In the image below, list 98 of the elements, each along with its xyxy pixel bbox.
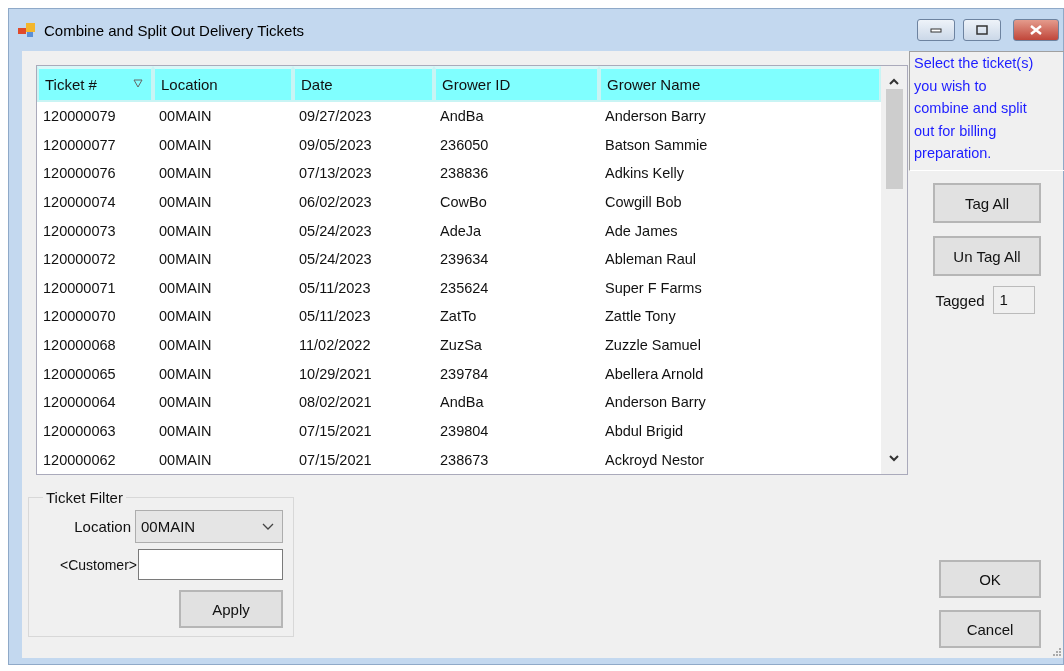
table-cell-text: 00MAIN xyxy=(158,193,213,210)
table-cell-text: 120000077 xyxy=(42,136,117,153)
table-cell-text: AdeJa xyxy=(439,222,483,239)
sort-icon xyxy=(133,79,143,88)
tag-all-button[interactable]: Tag All xyxy=(933,183,1041,223)
app-icon xyxy=(18,22,36,38)
table-cell-text: 239784 xyxy=(439,365,490,382)
table-cell-text: 08/02/2021 xyxy=(298,394,373,411)
table-cell-text: Abellera Arnold xyxy=(604,365,705,382)
table-cell-text: Batson Sammie xyxy=(604,136,709,153)
table-cell-text: 00MAIN xyxy=(158,337,213,354)
window-title: Combine and Split Out Delivery Tickets xyxy=(44,21,306,39)
table-cell-text: 120000076 xyxy=(42,165,117,182)
table-cell-text: 10/29/2021 xyxy=(298,365,373,382)
table-cell-text: 06/02/2023 xyxy=(298,193,373,210)
column-header[interactable]: Location xyxy=(153,66,293,102)
column-header[interactable]: Ticket # xyxy=(37,66,153,102)
table-cell-text: AndBa xyxy=(439,394,485,411)
table-cell-text: Abdul Brigid xyxy=(604,423,685,440)
table-cell-text: 00MAIN xyxy=(158,222,213,239)
table-cell-text: 07/15/2021 xyxy=(298,423,373,440)
scroll-down-icon xyxy=(889,455,899,462)
table-cell-text: Zattle Tony xyxy=(604,308,677,325)
scrollbar[interactable] xyxy=(881,66,907,474)
table-cell-text: 09/27/2023 xyxy=(298,107,373,124)
table-cell-text: Anderson Barry xyxy=(604,107,707,124)
table-cell-text: 00MAIN xyxy=(158,308,213,325)
table-cell-text: 05/11/2023 xyxy=(298,279,372,296)
group-title: Ticket Filter xyxy=(45,489,124,506)
table-cell-text: 00MAIN xyxy=(158,394,213,411)
minimize-icon xyxy=(930,27,942,33)
maximize-button[interactable] xyxy=(963,19,1001,41)
table-cell-text: 11/02/2022 xyxy=(298,337,372,354)
table-cell-text: 09/05/2023 xyxy=(298,136,373,153)
table-cell-text: 120000068 xyxy=(42,337,117,354)
table-cell-text: 00MAIN xyxy=(158,279,213,296)
table-cell-text: 120000071 xyxy=(42,279,117,296)
table-cell-text: 07/15/2021 xyxy=(298,451,373,468)
table-cell-text: AndBa xyxy=(439,107,485,124)
table-cell-text: 120000063 xyxy=(42,423,117,440)
table-cell-text: 120000072 xyxy=(42,251,117,268)
scroll-up-icon xyxy=(889,78,899,85)
table-cell-text: Cowgill Bob xyxy=(604,193,683,210)
table-cell-text: 05/24/2023 xyxy=(298,251,373,268)
column-header[interactable]: Grower Name xyxy=(599,66,881,102)
customer-label: <Customer> xyxy=(59,556,137,573)
table-cell-text: 235624 xyxy=(439,279,490,296)
table-cell-text: Super F Farms xyxy=(604,279,703,296)
resize-grip-icon xyxy=(1051,646,1061,656)
table-cell-text: 120000074 xyxy=(42,193,117,210)
table-cell-text: 120000064 xyxy=(42,394,117,411)
table-cell-text: 00MAIN xyxy=(158,365,213,382)
table-cell-text: 07/13/2023 xyxy=(298,165,373,182)
table-cell-text: 00MAIN xyxy=(158,251,213,268)
location-dropdown[interactable]: 00MAIN xyxy=(135,510,283,543)
table-cell-text: 00MAIN xyxy=(158,107,213,124)
close-button[interactable] xyxy=(1013,19,1059,41)
table-cell-text: 238673 xyxy=(439,451,490,468)
table-cell-text: Ade James xyxy=(604,222,679,239)
table-cell-text: Ableman Raul xyxy=(604,251,698,268)
cancel-button[interactable]: Cancel xyxy=(939,610,1041,648)
table-cell-text: 238836 xyxy=(439,165,490,182)
apply-button[interactable]: Apply xyxy=(179,590,283,628)
scrollbar-thumb[interactable] xyxy=(885,89,903,189)
table-cell-text: 00MAIN xyxy=(158,451,213,468)
ok-button[interactable]: OK xyxy=(939,560,1041,598)
table-cell-text: Zuzzle Samuel xyxy=(604,337,702,354)
table-cell-text: 00MAIN xyxy=(158,165,213,182)
table-cell-text: Ackroyd Nestor xyxy=(604,451,706,468)
table-cell-text: CowBo xyxy=(439,193,488,210)
table-cell-text: 05/11/2023 xyxy=(298,308,372,325)
table-cell-text: 05/24/2023 xyxy=(298,222,373,239)
table-cell-text: 120000073 xyxy=(42,222,117,239)
table-cell-text: 120000079 xyxy=(42,107,117,124)
tagged-count-field: 1 xyxy=(992,286,1035,314)
table-cell-text: 239804 xyxy=(439,423,490,440)
table-cell-text: Adkins Kelly xyxy=(604,165,685,182)
restore-icon xyxy=(976,25,988,35)
table-cell-text: 239634 xyxy=(439,251,490,268)
column-header[interactable]: Date xyxy=(293,66,434,102)
minimize-button[interactable] xyxy=(917,19,955,41)
table-cell-text: ZuzSa xyxy=(439,337,483,354)
table-cell-text: Anderson Barry xyxy=(604,394,707,411)
table-cell-text: 120000065 xyxy=(42,365,117,382)
chevron-down-icon xyxy=(262,523,274,530)
close-icon xyxy=(1030,25,1042,35)
table-cell-text: ZatTo xyxy=(439,308,478,325)
table-cell-text: 120000062 xyxy=(42,451,117,468)
table-cell-text: 00MAIN xyxy=(158,423,213,440)
table-cell-text: 236050 xyxy=(439,136,490,153)
untag-all-button[interactable]: Un Tag All xyxy=(933,236,1041,276)
table-cell-text: 00MAIN xyxy=(158,136,213,153)
location-label: Location xyxy=(74,518,131,535)
column-header[interactable]: Grower ID xyxy=(434,66,599,102)
tagged-label: Tagged xyxy=(935,291,985,309)
instructions-text: Select the ticket(s) you wish to combine and split out for billing preparation. xyxy=(909,51,1064,171)
table-cell-text: 120000070 xyxy=(42,308,117,325)
customer-field[interactable] xyxy=(138,549,283,580)
